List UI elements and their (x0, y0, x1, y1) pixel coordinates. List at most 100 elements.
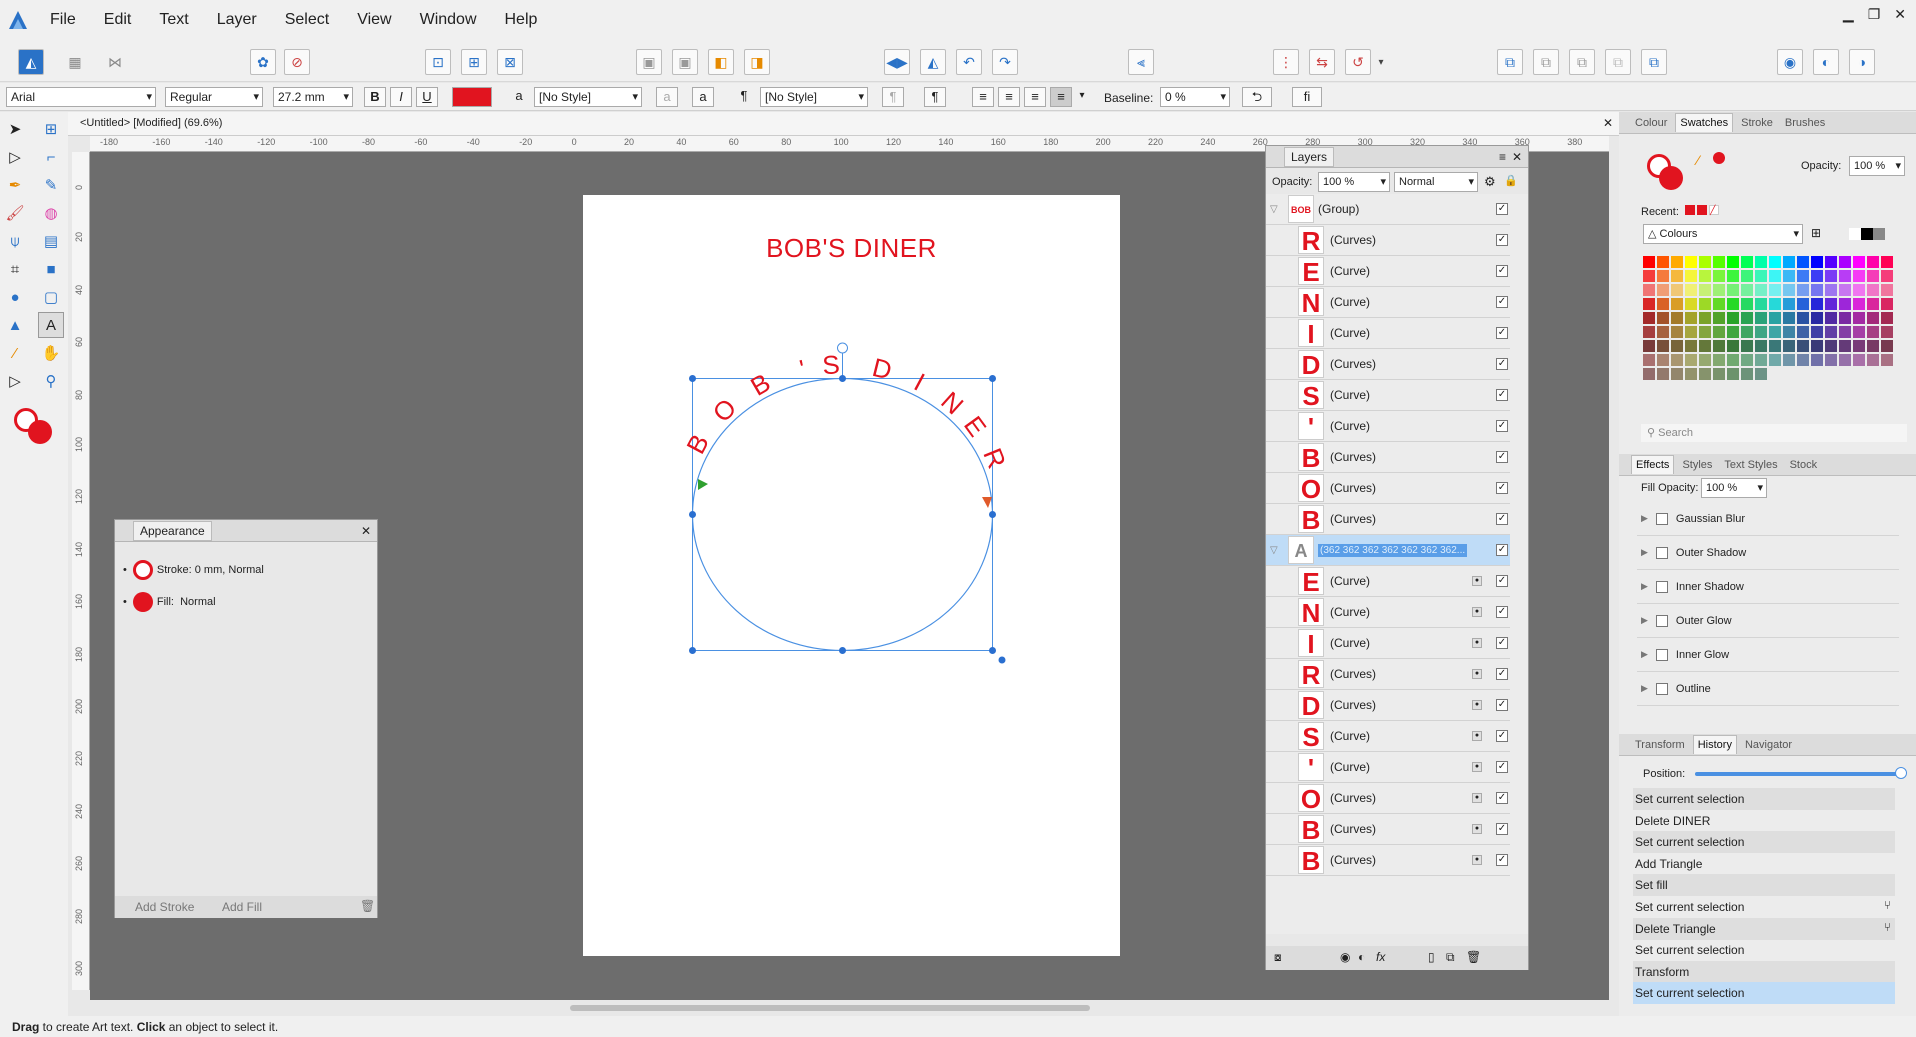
tab-brushes[interactable]: Brushes (1781, 114, 1829, 132)
rotate-handle[interactable] (837, 342, 848, 354)
recent-swatch-1[interactable] (1685, 205, 1695, 215)
layer-opacity-select[interactable]: 100 % (1318, 172, 1390, 192)
color-swatch[interactable] (1741, 298, 1753, 310)
color-swatch[interactable] (1881, 298, 1893, 310)
color-swatch[interactable] (1811, 284, 1823, 296)
arc-text[interactable]: BOB ' S D INER (680, 349, 1012, 472)
layer-row[interactable]: S (Curve) ● ✓ (1266, 721, 1510, 752)
color-swatch[interactable] (1713, 284, 1725, 296)
color-swatch[interactable] (1825, 326, 1837, 338)
tab-stock[interactable]: Stock (1786, 456, 1822, 474)
color-swatch[interactable] (1741, 340, 1753, 352)
document-tab[interactable]: <Untitled> [Modified] (69.6%) ✕ (68, 112, 1619, 136)
underline-button[interactable]: U (416, 87, 438, 107)
color-swatch[interactable] (1839, 326, 1851, 338)
effect-checkbox[interactable] (1655, 614, 1668, 627)
visibility-checkbox[interactable]: ✓ (1496, 513, 1508, 525)
path-start-marker[interactable] (698, 479, 708, 490)
snap-magnet-icon[interactable]: ↺ (1345, 49, 1371, 75)
char-panel-button[interactable]: a (692, 87, 714, 107)
geometry-xor-icon[interactable]: ⧉ (1605, 49, 1631, 75)
blend-mode-select[interactable]: Normal (1394, 172, 1478, 192)
color-swatch[interactable] (1755, 298, 1767, 310)
color-swatch[interactable] (1699, 340, 1711, 352)
rectangle-tool-icon[interactable]: ■ (38, 256, 64, 282)
artistic-text-tool-icon[interactable]: A (38, 312, 64, 338)
palette-select[interactable]: △ Colours (1643, 224, 1803, 244)
visibility-checkbox[interactable]: ✓ (1496, 420, 1508, 432)
color-swatch[interactable] (1685, 298, 1697, 310)
color-swatch[interactable] (1769, 340, 1781, 352)
layer-mask-icon[interactable]: ● (1472, 793, 1482, 803)
color-swatch[interactable] (1657, 256, 1669, 268)
close-window-icon[interactable]: ✕ (1894, 6, 1906, 23)
color-swatch[interactable] (1783, 340, 1795, 352)
layer-mask-icon[interactable]: ● (1472, 824, 1482, 834)
color-swatch[interactable] (1825, 312, 1837, 324)
layer-row[interactable]: I (Curve) ● ✓ (1266, 628, 1510, 659)
color-swatch[interactable] (1881, 312, 1893, 324)
layer-mask-icon[interactable]: ● (1472, 855, 1482, 865)
color-swatch[interactable] (1741, 312, 1753, 324)
color-swatch[interactable] (1755, 270, 1767, 282)
font-size-select[interactable]: 27.2 mm (273, 87, 353, 107)
menu-window[interactable]: Window (406, 11, 491, 29)
color-swatch[interactable] (1657, 340, 1669, 352)
align-stage-icon[interactable]: ⊠ (497, 49, 523, 75)
align-center-button[interactable]: ≡ (998, 87, 1020, 107)
color-swatch[interactable] (1825, 256, 1837, 268)
visibility-checkbox[interactable]: ✓ (1496, 823, 1508, 835)
history-item[interactable]: Set current selection (1633, 982, 1895, 1005)
layer-row[interactable]: E (Curve) ✓ (1266, 256, 1510, 287)
fill-stroke-selector[interactable] (14, 408, 54, 448)
visibility-checkbox[interactable]: ✓ (1496, 761, 1508, 773)
layer-row[interactable]: N (Curve) ● ✓ (1266, 597, 1510, 628)
color-swatch[interactable] (1671, 256, 1683, 268)
color-swatch[interactable] (1643, 312, 1655, 324)
close-panel-icon[interactable]: ✕ (361, 524, 371, 538)
layer-stack-icon[interactable]: ⧇ (1274, 950, 1282, 965)
color-swatch[interactable] (1783, 270, 1795, 282)
color-swatch[interactable] (1769, 270, 1781, 282)
color-swatch[interactable] (1643, 284, 1655, 296)
align-right-button[interactable]: ≡ (1024, 87, 1046, 107)
move-tool-icon[interactable]: ➤ (2, 116, 28, 142)
color-swatch[interactable] (1811, 312, 1823, 324)
visibility-checkbox[interactable]: ✓ (1496, 327, 1508, 339)
pen-tool-icon[interactable]: ✒ (2, 172, 28, 198)
color-swatch[interactable] (1699, 270, 1711, 282)
layer-row[interactable]: S (Curve) ✓ (1266, 380, 1510, 411)
color-swatch[interactable] (1797, 270, 1809, 282)
color-swatch[interactable] (1685, 312, 1697, 324)
color-swatch[interactable] (1783, 284, 1795, 296)
color-swatch[interactable] (1867, 354, 1879, 366)
effect-row[interactable]: ▶ Inner Glow (1637, 638, 1899, 672)
layer-row[interactable]: D (Curves) ● ✓ (1266, 690, 1510, 721)
fill-row[interactable]: • Fill: Normal (123, 592, 216, 612)
layer-row[interactable]: R (Curves) ✓ (1266, 225, 1510, 256)
swatch-fill-stroke[interactable] (1647, 154, 1687, 194)
expand-arrow-icon[interactable]: ▶ (1641, 547, 1648, 558)
layer-row[interactable]: E (Curve) ● ✓ (1266, 566, 1510, 597)
expand-arrow-icon[interactable]: ▶ (1641, 683, 1648, 694)
tab-navigator[interactable]: Navigator (1741, 736, 1796, 754)
layer-row[interactable]: ' (Curve) ✓ (1266, 411, 1510, 442)
geometry-intersect-icon[interactable]: ⧉ (1569, 49, 1595, 75)
color-swatch[interactable] (1713, 326, 1725, 338)
layer-row[interactable]: O (Curves) ● ✓ (1266, 783, 1510, 814)
visibility-checkbox[interactable]: ✓ (1496, 854, 1508, 866)
color-swatch[interactable] (1825, 270, 1837, 282)
color-swatch[interactable] (1825, 284, 1837, 296)
bold-button[interactable]: B (364, 87, 386, 107)
hand-tool-icon[interactable]: ✋ (38, 340, 64, 366)
color-picker-icon[interactable]: ⁄ (2, 340, 28, 366)
export-persona-icon[interactable]: ⋈ (102, 49, 128, 75)
color-swatch[interactable] (1867, 326, 1879, 338)
menu-help[interactable]: Help (491, 11, 552, 29)
color-swatch[interactable] (1685, 270, 1697, 282)
color-swatch[interactable] (1657, 284, 1669, 296)
expand-arrow-icon[interactable]: ▶ (1641, 581, 1648, 592)
flip-vertical-icon[interactable]: ◭ (920, 49, 946, 75)
swatch-opacity-select[interactable]: 100 % (1849, 156, 1905, 176)
history-item[interactable]: Transform (1633, 960, 1895, 983)
